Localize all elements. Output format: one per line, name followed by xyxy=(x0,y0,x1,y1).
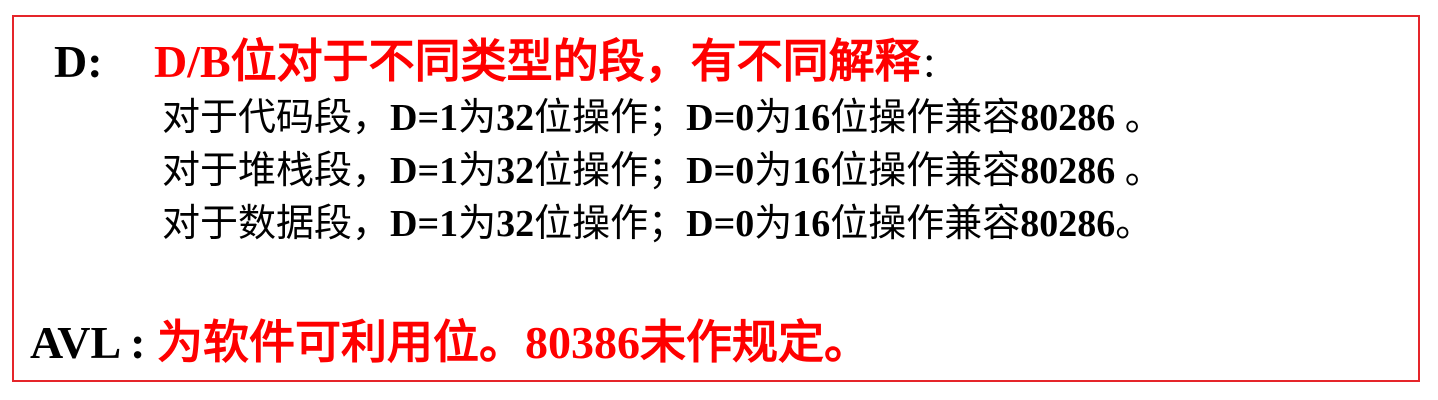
d1-value: D=1 xyxy=(390,203,459,245)
avl-bit-line: AVL : 为软件可利用位。80386未作规定。 xyxy=(30,320,870,366)
d0-value: D=0 xyxy=(686,203,755,245)
segment-name: 对于数据段， xyxy=(162,203,391,245)
d-bit-heading: D: D/B位对于不同类型的段，有不同解释： xyxy=(54,39,955,85)
d-label: D: xyxy=(54,36,103,87)
content-frame: D: D/B位对于不同类型的段，有不同解释： 对于代码段，D=1为32位操作；D=… xyxy=(12,15,1420,382)
avl-label: AVL : xyxy=(30,317,157,368)
connector: 为 xyxy=(458,203,497,245)
bits-16: 16 xyxy=(792,97,831,139)
segment-name: 对于代码段， xyxy=(162,97,391,139)
cpu-model: 80286 xyxy=(1020,203,1116,245)
bits-32: 32 xyxy=(496,97,535,139)
d1-value: D=1 xyxy=(390,97,459,139)
operation-text: 位操作； xyxy=(534,203,687,245)
compat-text: 位操作兼容 xyxy=(830,150,1021,192)
operation-text: 位操作； xyxy=(534,97,687,139)
compat-text: 位操作兼容 xyxy=(830,203,1021,245)
cpu-model: 80286 xyxy=(1020,97,1116,139)
d-bit-title: D/B位对于不同类型的段，有不同解释 xyxy=(154,36,921,87)
bits-32: 32 xyxy=(496,203,535,245)
stack-segment-line: 对于堆栈段，D=1为32位操作；D=0为16位操作兼容80286 。 xyxy=(162,152,1163,190)
d0-value: D=0 xyxy=(686,150,755,192)
d-title-colon: ： xyxy=(920,48,955,85)
segment-name: 对于堆栈段， xyxy=(162,150,391,192)
bits-16: 16 xyxy=(792,150,831,192)
line-end: 。 xyxy=(1115,150,1163,192)
code-segment-line: 对于代码段，D=1为32位操作；D=0为16位操作兼容80286 。 xyxy=(162,99,1163,137)
connector: 为 xyxy=(754,97,793,139)
avl-description: 为软件可利用位。80386未作规定。 xyxy=(156,317,870,368)
line-end: 。 xyxy=(1115,97,1163,139)
operation-text: 位操作； xyxy=(534,150,687,192)
connector: 为 xyxy=(754,203,793,245)
bits-32: 32 xyxy=(496,150,535,192)
d0-value: D=0 xyxy=(686,97,755,139)
line-end: 。 xyxy=(1115,203,1154,245)
d1-value: D=1 xyxy=(390,150,459,192)
compat-text: 位操作兼容 xyxy=(830,97,1021,139)
connector: 为 xyxy=(754,150,793,192)
data-segment-line: 对于数据段，D=1为32位操作；D=0为16位操作兼容80286。 xyxy=(162,205,1153,243)
connector: 为 xyxy=(458,150,497,192)
connector: 为 xyxy=(458,97,497,139)
bits-16: 16 xyxy=(792,203,831,245)
cpu-model: 80286 xyxy=(1020,150,1116,192)
